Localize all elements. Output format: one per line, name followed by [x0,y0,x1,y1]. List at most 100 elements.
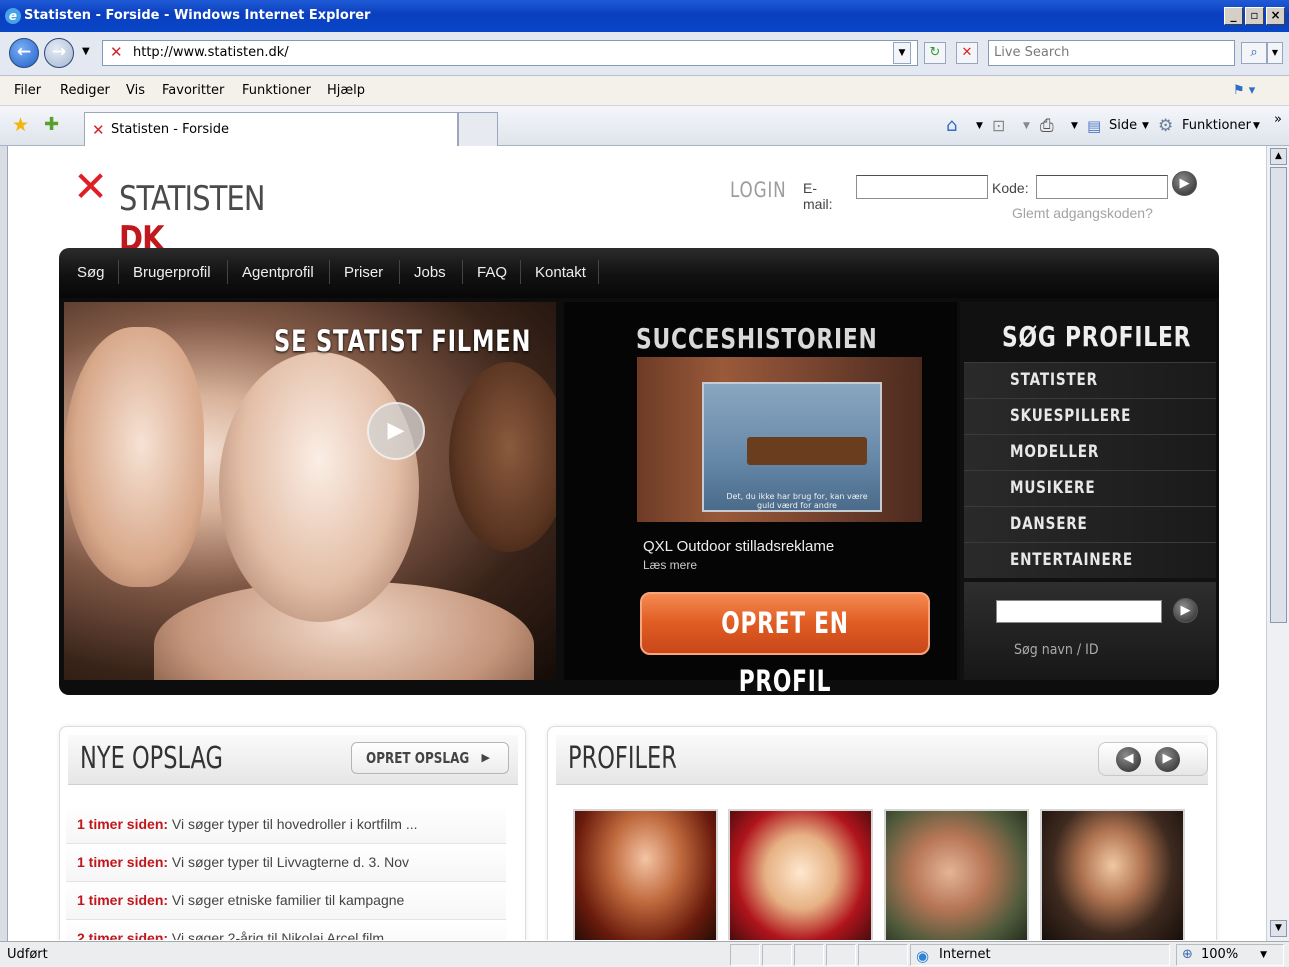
page-icon[interactable]: ▤ [1087,106,1101,146]
security-zone[interactable]: ◉ Internet [910,944,1170,966]
globe-icon: ◉ [916,947,930,965]
category-statister[interactable]: STATISTER [964,362,1216,398]
nav-divider [520,260,521,284]
close-button[interactable]: × [1266,7,1285,25]
status-panel [762,944,792,966]
nav-priser[interactable]: Priser [344,264,383,281]
tools-dropdown-icon[interactable]: ▼ [1253,106,1260,146]
nav-jobs[interactable]: Jobs [414,264,446,281]
photo-face [449,362,556,552]
billboard-slogan: Det, du ikke har brug for, kan være guld… [726,492,868,510]
menu-favoritter[interactable]: Favoritter [162,76,224,106]
profile-thumbnail[interactable] [728,809,873,940]
profile-thumbnail[interactable] [573,809,718,940]
new-tab-button[interactable] [458,112,498,146]
feeds-icon[interactable]: ⊡ [992,106,1005,146]
email-label: E-mail: [803,180,833,212]
next-arrow-icon[interactable]: ▶ [1155,747,1180,772]
minimize-button[interactable]: _ [1224,7,1243,25]
password-field[interactable] [1036,175,1168,199]
post-text: Vi søger typer til Livvagterne d. 3. Nov [171,854,409,870]
category-label: STATISTER [1010,370,1098,390]
category-modeller[interactable]: MODELLER [964,434,1216,470]
profile-thumbnail[interactable] [884,809,1029,940]
category-entertainere[interactable]: ENTERTAINERE [964,542,1216,578]
tools-gear-icon[interactable]: ⚙ [1158,106,1173,146]
profile-search-go-button[interactable]: ▶ [1173,598,1198,623]
search-input[interactable]: Live Search [988,40,1235,66]
recent-pages-dropdown-icon[interactable]: ▼ [82,46,90,57]
add-favorite-icon[interactable]: ✚ [44,114,59,135]
statist-film-photo[interactable]: ▶ SE STATIST FILMEN [64,302,556,680]
home-icon[interactable]: ⌂ [946,106,957,146]
print-icon[interactable]: ⎙ [1040,106,1054,146]
tab-statisten-forside[interactable]: ✕ Statisten - Forside [84,112,458,146]
login-go-button[interactable]: ▶ [1172,171,1197,196]
new-posts-title: NYE OPSLAG [80,741,223,776]
email-field[interactable] [856,175,988,199]
tab-title: Statisten - Forside [111,122,230,137]
post-time: 2 timer siden: [77,930,169,940]
print-dropdown-icon[interactable]: ▼ [1071,106,1078,146]
back-button[interactable]: ← [9,38,39,68]
menu-filer[interactable]: Filer [14,76,41,106]
scroll-thumb[interactable] [1270,167,1287,623]
nav-faq[interactable]: FAQ [477,264,507,281]
previous-arrow-icon[interactable]: ◀ [1116,747,1141,772]
page-menu[interactable]: Side [1109,106,1137,146]
search-icon[interactable]: ⌕ [1241,42,1267,64]
create-post-button[interactable]: OPRET OPSLAG ▶ [351,742,509,774]
category-musikere[interactable]: MUSIKERE [964,470,1216,506]
post-row[interactable]: 1 timer siden: Vi søger etniske familier… [66,882,506,920]
menu-rediger[interactable]: Rediger [60,76,110,106]
tools-menu[interactable]: Funktioner [1182,106,1251,146]
maximize-button[interactable]: ▫ [1245,7,1264,25]
category-label: SKUESPILLERE [1010,406,1132,426]
forward-button[interactable]: → [44,38,74,68]
favorites-star-icon[interactable]: ★ [12,114,29,136]
search-options-dropdown-icon[interactable]: ▼ [1267,42,1283,64]
nav-sog[interactable]: Søg [77,264,105,281]
address-dropdown-icon[interactable]: ▼ [893,42,911,64]
profile-search-input[interactable] [996,600,1162,623]
menu-vis[interactable]: Vis [126,76,145,106]
home-dropdown-icon[interactable]: ▼ [976,106,983,146]
ie-logo-icon: e [5,8,21,24]
web-slices-icon[interactable]: ⚑ ▾ [1233,76,1255,106]
post-row[interactable]: 1 timer siden: Vi søger typer til Livvag… [66,844,506,882]
category-dansere[interactable]: DANSERE [964,506,1216,542]
nav-kontakt[interactable]: Kontakt [535,264,586,281]
forgot-password-link[interactable]: Glemt adgangskoden? [1012,205,1153,221]
page-dropdown-icon[interactable]: ▼ [1142,106,1149,146]
feeds-dropdown-icon[interactable]: ▼ [1023,106,1030,146]
nav-agentprofil[interactable]: Agentprofil [242,264,314,281]
zoom-dropdown-icon: ▼ [1260,950,1267,960]
scroll-up-icon[interactable]: ▲ [1270,148,1287,165]
status-panel [858,944,908,966]
nav-divider [462,260,463,284]
post-text: Vi søger 2-årig til Nikolaj Arcel film [171,930,385,940]
nav-divider [118,260,119,284]
scroll-down-icon[interactable]: ▼ [1270,920,1287,937]
post-row[interactable]: 1 timer siden: Vi søger typer til hovedr… [66,806,506,844]
nav-brugerprofil[interactable]: Brugerprofil [133,264,211,281]
category-label: ENTERTAINERE [1010,550,1133,570]
success-story-image[interactable]: Det, du ikke har brug for, kan være guld… [637,357,922,522]
site-logo[interactable]: ✕ STATISTEN DK [73,166,333,260]
refresh-icon[interactable]: ↻ [924,42,946,64]
create-profile-button[interactable]: OPRET EN PROFIL [640,592,930,698]
zoom-control[interactable]: ⊕ 100% ▼ [1176,944,1284,966]
category-skuespillere[interactable]: SKUESPILLERE [964,398,1216,434]
menu-hjaelp[interactable]: Hjælp [327,76,365,106]
menu-funktioner[interactable]: Funktioner [242,76,311,106]
code-label: Kode: [992,180,1029,196]
play-video-icon[interactable]: ▶ [367,402,425,460]
post-row[interactable]: 2 timer siden: Vi søger 2-årig til Nikol… [66,920,506,940]
profiles-title: PROFILER [568,741,677,776]
profile-thumbnail[interactable] [1040,809,1185,940]
vertical-scrollbar[interactable]: ▲ ▼ [1266,146,1289,941]
address-field[interactable]: ✕ http://www.statisten.dk/ [102,40,918,66]
stop-icon[interactable]: ✕ [956,42,978,64]
toolbar-overflow-icon[interactable]: » [1274,100,1282,140]
read-more-link[interactable]: Læs mere [643,558,697,572]
